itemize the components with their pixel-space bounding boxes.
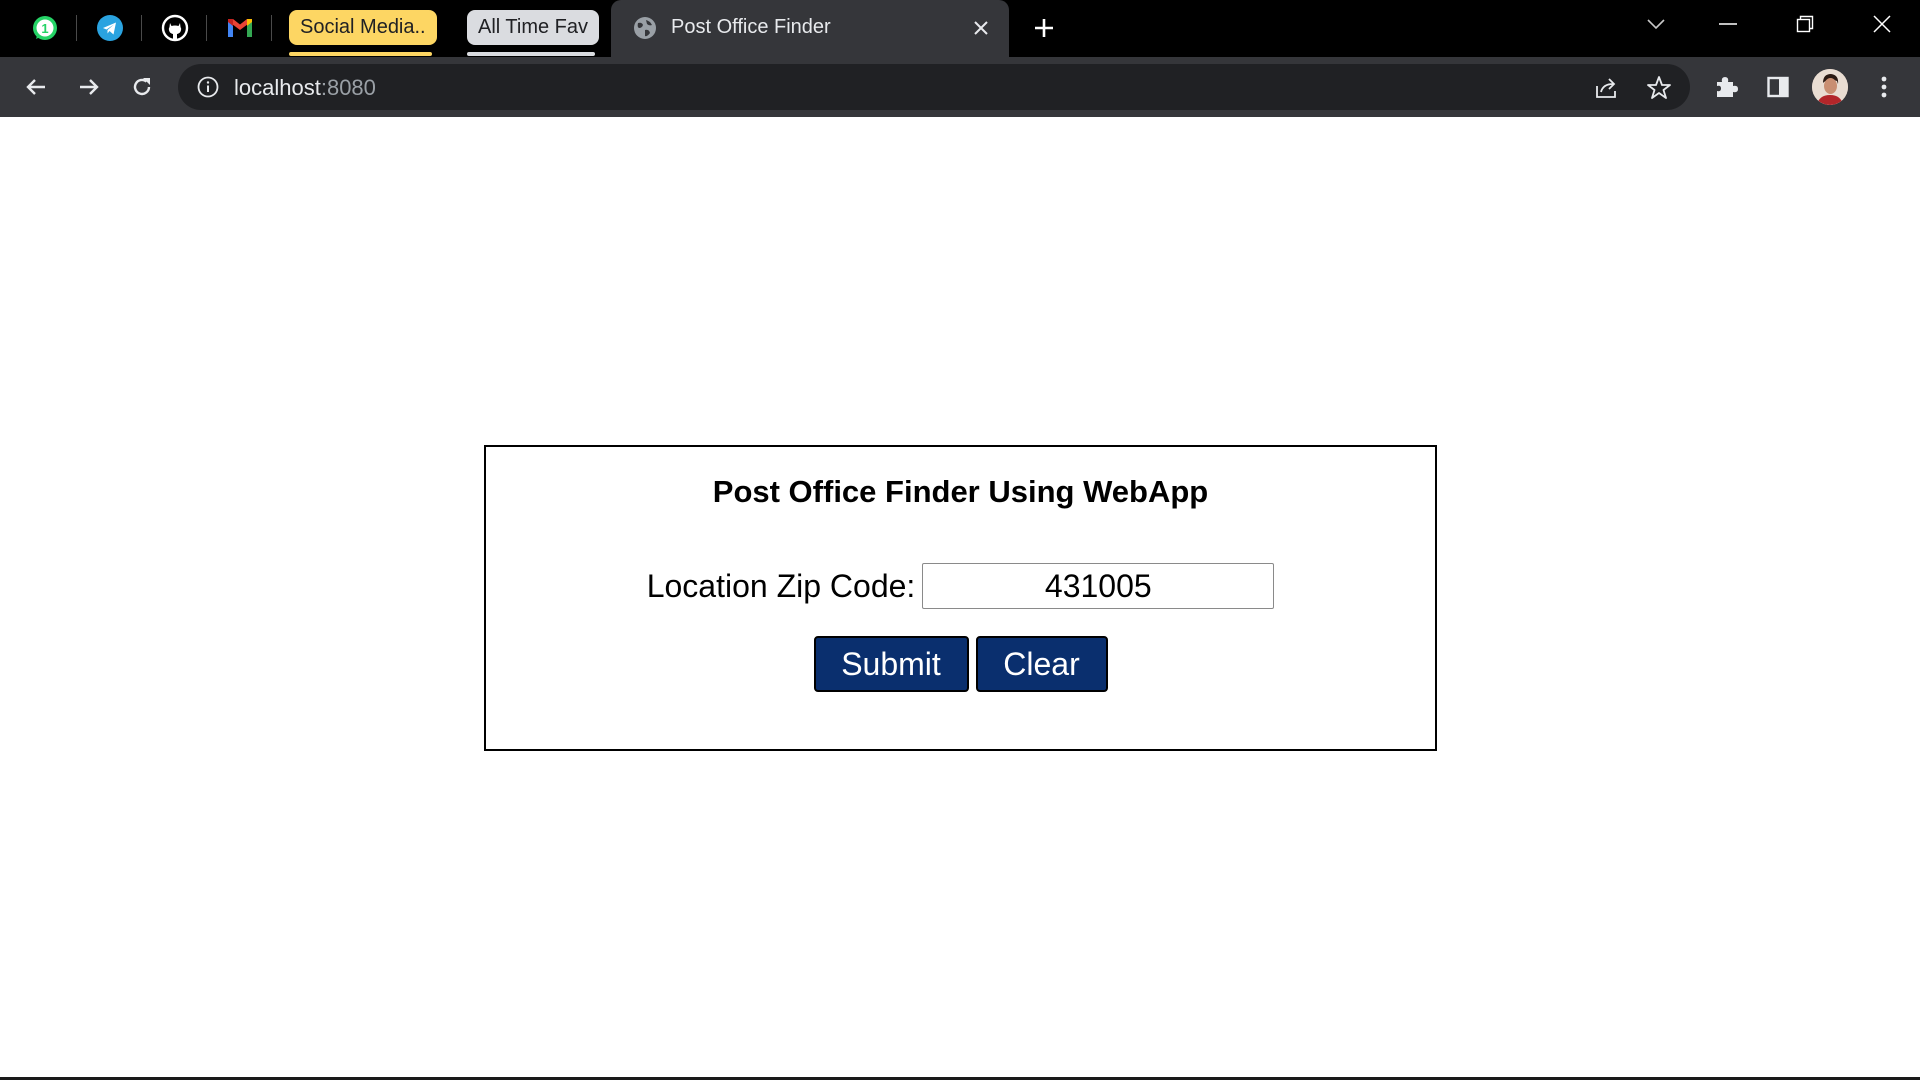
close-icon — [1873, 15, 1891, 33]
whatsapp-badge: 1 — [41, 21, 48, 36]
back-button[interactable] — [18, 69, 54, 105]
new-tab-button[interactable] — [1028, 12, 1060, 44]
pinned-tab-gmail[interactable] — [220, 10, 260, 46]
tab-group-label: All Time Fav — [478, 16, 589, 38]
side-panel-icon — [1767, 76, 1789, 98]
zip-code-row: Location Zip Code: — [486, 563, 1435, 609]
telegram-icon — [97, 15, 123, 41]
pinned-tab-telegram[interactable] — [90, 10, 130, 46]
pinned-separator — [141, 15, 142, 41]
arrow-right-icon — [80, 79, 99, 95]
form-buttons: Submit Clear — [486, 636, 1435, 692]
pinned-separator — [206, 15, 207, 41]
close-tab-icon[interactable] — [969, 16, 993, 40]
pinned-separator — [271, 15, 272, 41]
clear-button[interactable]: Clear — [975, 636, 1108, 692]
page-content: Post Office Finder Using WebApp Location… — [0, 117, 1920, 1077]
gmail-icon — [228, 19, 252, 37]
puzzle-icon — [1717, 77, 1738, 97]
zip-code-input[interactable] — [922, 563, 1275, 609]
restore-icon — [1796, 15, 1814, 33]
submit-button[interactable]: Submit — [813, 636, 969, 692]
zip-code-label: Location Zip Code: — [646, 567, 916, 604]
whatsapp-icon: 1 — [33, 16, 57, 40]
github-icon — [161, 14, 189, 42]
tab-strip: 1 Social Media.. All Time Fav Post Offic… — [0, 0, 1920, 57]
pinned-separator — [76, 15, 77, 41]
restore-button[interactable] — [1783, 8, 1827, 40]
globe-icon — [633, 16, 657, 45]
pinned-tab-github[interactable] — [155, 10, 195, 46]
minimize-icon — [1719, 23, 1737, 25]
forward-button[interactable] — [71, 69, 107, 105]
info-icon[interactable] — [196, 75, 220, 104]
side-panel-button[interactable] — [1760, 69, 1796, 105]
tab-group-underline — [467, 52, 595, 56]
tab-search-button[interactable] — [1634, 8, 1678, 40]
tab-post-office-finder[interactable]: Post Office Finder — [611, 0, 1009, 57]
arrow-left-icon — [26, 79, 45, 95]
more-vertical-icon — [1881, 76, 1887, 98]
browser-toolbar: localhost:8080 — [0, 57, 1920, 117]
menu-button[interactable] — [1866, 69, 1902, 105]
profile-avatar[interactable] — [1812, 69, 1848, 105]
url-text: localhost:8080 — [234, 75, 376, 101]
address-bar[interactable]: localhost:8080 — [178, 64, 1690, 110]
finder-form-card: Post Office Finder Using WebApp Location… — [484, 445, 1437, 751]
page-title: Post Office Finder Using WebApp — [712, 474, 1209, 509]
bookmark-star-icon[interactable] — [1644, 73, 1674, 103]
close-window-button[interactable] — [1860, 8, 1904, 40]
profile-photo-icon — [1812, 69, 1848, 105]
plus-icon — [1035, 19, 1053, 37]
tab-group-social-media[interactable]: Social Media.. — [289, 10, 437, 45]
tab-title: Post Office Finder — [671, 16, 831, 38]
chevron-down-icon — [1647, 19, 1665, 30]
tab-group-underline — [289, 52, 432, 56]
extensions-button[interactable] — [1708, 69, 1744, 105]
reload-button[interactable] — [124, 69, 160, 105]
url-port: :8080 — [320, 75, 376, 100]
reload-icon — [133, 78, 151, 96]
tab-group-all-time-fav[interactable]: All Time Fav — [467, 10, 600, 45]
tab-group-label: Social Media.. — [300, 16, 426, 38]
share-icon[interactable] — [1591, 73, 1621, 103]
minimize-button[interactable] — [1706, 8, 1750, 40]
pinned-tab-whatsapp[interactable]: 1 — [25, 10, 65, 46]
url-host: localhost — [234, 75, 321, 100]
